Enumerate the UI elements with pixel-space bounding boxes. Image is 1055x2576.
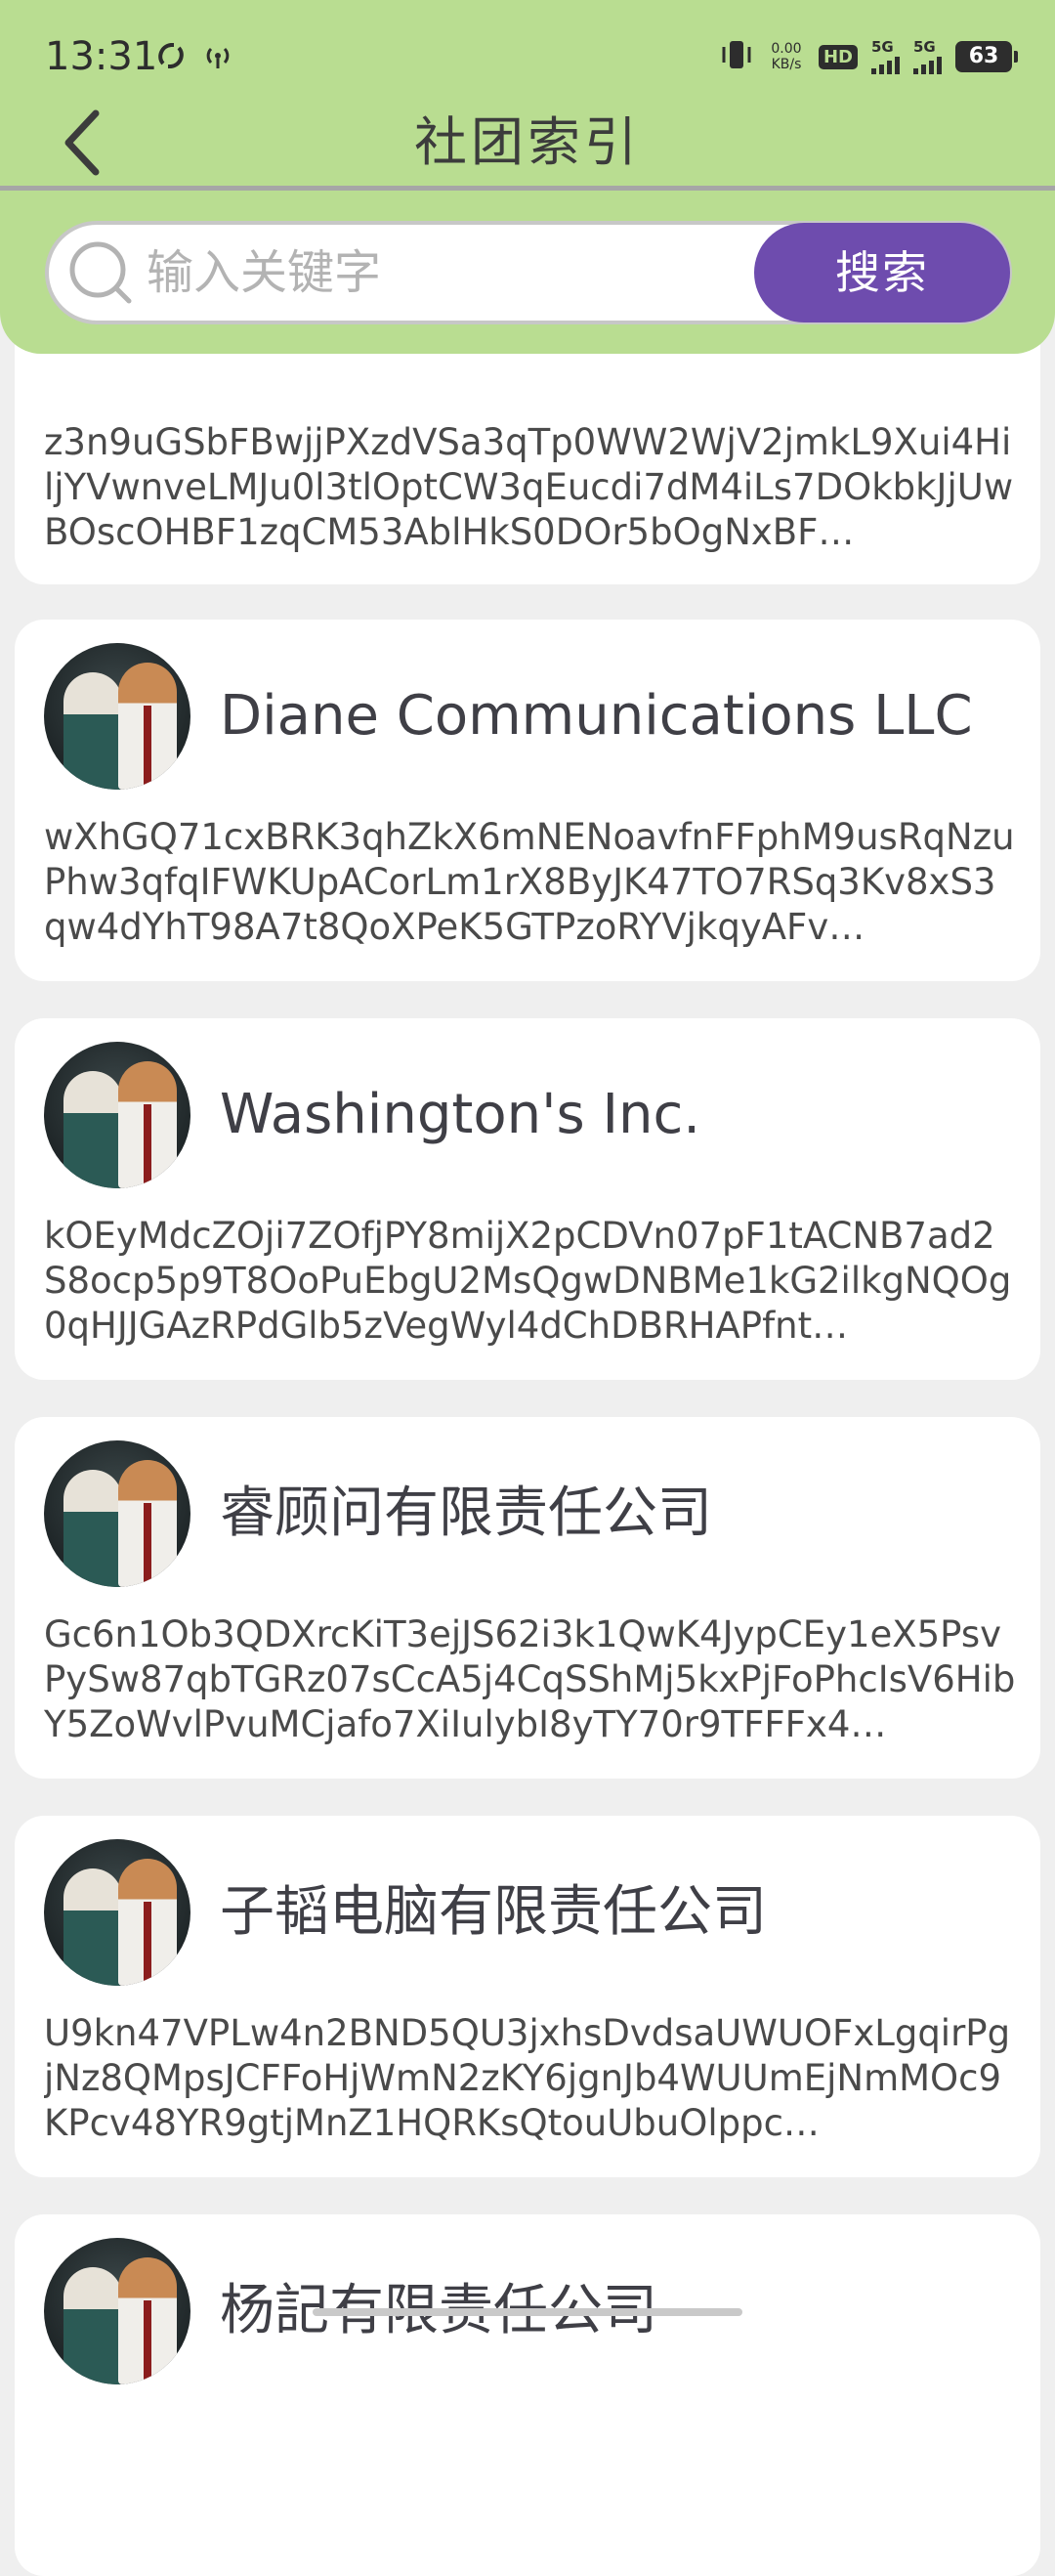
page-title: 社团索引: [414, 111, 641, 173]
vibrate-icon: [719, 37, 754, 76]
home-indicator[interactable]: [313, 2308, 742, 2316]
nav-divider: [0, 186, 1055, 191]
club-description: kOEyMdcZOji7ZOfjPY8mijX2pCDVn07pF1tACNB7…: [44, 1215, 1012, 1347]
club-card[interactable]: 杨記有限责任公司: [15, 2214, 1040, 2576]
club-card[interactable]: 子韬电脑有限责任公司 U9kn47VPLw4n2BND5QU3jxhsDvdsa…: [15, 1816, 1040, 2177]
app-header: 13:31 0.00 KB/s HD 5G 5G 63 社团索引 输入关键字 搜…: [0, 0, 1055, 354]
status-time: 13:31: [45, 34, 158, 79]
status-right-icons: 0.00 KB/s HD 5G 5G 63: [719, 37, 1018, 76]
status-bar: 13:31 0.00 KB/s HD 5G 5G 63: [0, 0, 1055, 107]
net-speed-value: 0.00: [771, 41, 802, 57]
net-speed-unit: KB/s: [771, 57, 802, 72]
club-name: 睿顾问有限责任公司: [220, 1481, 712, 1545]
club-avatar: [44, 1042, 190, 1188]
search-input[interactable]: [145, 235, 731, 311]
sim1-label: 5G: [871, 37, 894, 56]
club-description: wXhGQ71cxBRK3qhZkX6mNENoavfnFFphM9usRqNz…: [44, 816, 1015, 948]
club-description: Gc6n1Ob3QDXrcKiT3ejJS62i3k1QwK4JypCEy1eX…: [44, 1613, 1016, 1745]
club-avatar: [44, 1440, 190, 1587]
club-card[interactable]: Washington's Inc. kOEyMdcZOji7ZOfjPY8mij…: [15, 1018, 1040, 1380]
sync-icon: [154, 39, 188, 76]
club-description: U9kn47VPLw4n2BND5QU3jxhsDvdsaUWUOFxLgqir…: [44, 2012, 1011, 2144]
status-left-icons: [154, 39, 234, 76]
sim2-label: 5G: [913, 37, 936, 56]
battery-icon: 63: [955, 41, 1018, 72]
search-button[interactable]: 搜索: [754, 223, 1010, 322]
nav-bar: 社团索引: [0, 98, 1055, 188]
club-name: 子韬电脑有限责任公司: [220, 1880, 767, 1944]
club-avatar: [44, 2238, 190, 2384]
wireless-signal-icon: [201, 39, 234, 76]
club-description: z3n9uGSbFBwjjPXzdVSa3qTp0WW2WjV2jmkL9Xui…: [44, 421, 1014, 553]
hd-badge: HD: [818, 44, 858, 69]
sim2-signal-icon: 5G: [913, 37, 942, 74]
sim1-signal-icon: 5G: [871, 37, 900, 74]
club-name: Washington's Inc.: [220, 1083, 701, 1146]
club-avatar: [44, 1839, 190, 1986]
club-avatar: [44, 643, 190, 790]
search-icon: [69, 241, 132, 304]
club-card[interactable]: Diane Communications LLC wXhGQ71cxBRK3qh…: [15, 620, 1040, 981]
club-name: Diane Communications LLC: [220, 684, 973, 748]
net-speed: 0.00 KB/s: [768, 41, 805, 72]
club-card[interactable]: 睿顾问有限责任公司 Gc6n1Ob3QDXrcKiT3ejJS62i3k1QwK…: [15, 1417, 1040, 1779]
